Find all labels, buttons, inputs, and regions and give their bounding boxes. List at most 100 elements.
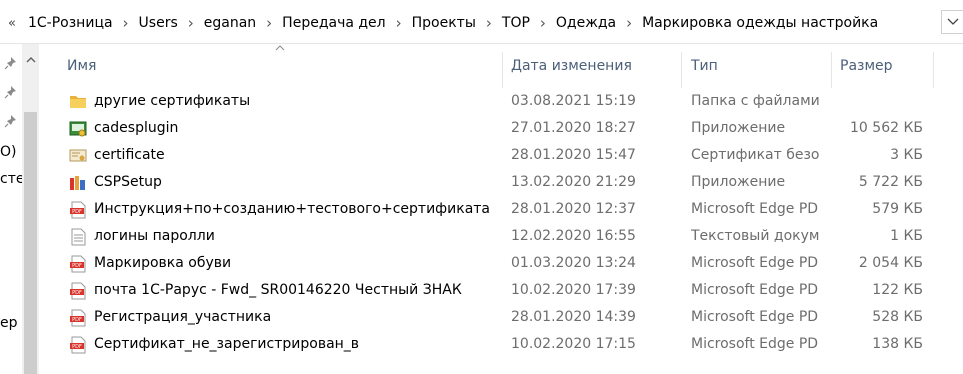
file-name[interactable]: Инструкция+по+созданию+тестового+сертифи… (94, 201, 490, 217)
breadcrumb-item-odezhda[interactable]: Одежда (552, 15, 620, 31)
file-row-cspsetup[interactable]: CSPSetup 13.02.2020 21:29 Приложение 5 7… (42, 169, 963, 196)
scroll-up-button[interactable] (22, 52, 39, 66)
file-name[interactable]: логины паролли (94, 228, 215, 244)
file-row-instrukciya[interactable]: PDF Инструкция+по+созданию+тестового+сер… (42, 196, 963, 223)
svg-text:PDF: PDF (72, 290, 82, 296)
file-name[interactable]: Регистрация_участника (94, 309, 271, 325)
breadcrumb-overflow-button[interactable]: « (0, 16, 24, 31)
scrollbar-thumb[interactable] (24, 112, 37, 374)
breadcrumb-item-peredacha-del[interactable]: Передача дел (278, 15, 389, 31)
sort-ascending-icon (275, 45, 285, 51)
column-header-size-label: Размер (840, 58, 893, 74)
chevron-right-icon[interactable]: › (182, 14, 200, 32)
file-type: Сертификат безо... (691, 147, 819, 163)
breadcrumb-item-top[interactable]: TOP (498, 15, 534, 31)
navigation-pane: О) сте ер (0, 44, 42, 374)
address-history-dropdown[interactable] (941, 10, 963, 34)
file-size: 10 562 КБ (850, 120, 923, 136)
file-type: Microsoft Edge PD... (691, 255, 819, 271)
breadcrumb-item-current-folder[interactable]: Маркировка одежды настройка (638, 15, 882, 31)
pdf-icon: PDF (70, 282, 86, 300)
file-date: 12.02.2020 16:55 (511, 228, 636, 244)
file-row-sertifikat-ne-zaregistrirovan[interactable]: PDF Сертификат_не_зарегистрирован_в 10.0… (42, 331, 963, 358)
file-row-certificate[interactable]: certificate 28.01.2020 15:47 Сертификат … (42, 142, 963, 169)
svg-text:PDF: PDF (72, 209, 82, 215)
file-size: 138 КБ (872, 336, 923, 352)
column-header-date[interactable]: Дата изменения (511, 44, 681, 88)
file-row-markirovka-obuvi[interactable]: PDF Маркировка обуви 01.03.2020 13:24 Mi… (42, 250, 963, 277)
file-date: 28.01.2020 12:37 (511, 201, 636, 217)
pdf-icon: PDF (70, 309, 86, 327)
file-name[interactable]: Маркировка обуви (94, 255, 231, 271)
file-row-drugie-sertifikaty[interactable]: другие сертификаты 03.08.2021 15:19 Папк… (42, 88, 963, 115)
column-header-type-label: Тип (691, 58, 718, 74)
pdf-icon: PDF (70, 255, 86, 273)
file-name[interactable]: другие сертификаты (94, 93, 250, 109)
nav-item-label[interactable]: О) (0, 144, 22, 160)
chevron-right-icon[interactable]: › (117, 14, 135, 32)
file-name[interactable]: Сертификат_не_зарегистрирован_в (94, 336, 359, 352)
column-header-row: Имя Дата изменения Тип Размер (42, 44, 963, 88)
file-name[interactable]: certificate (94, 147, 165, 163)
chevron-right-icon[interactable]: › (620, 14, 638, 32)
file-date: 01.03.2020 13:24 (511, 255, 636, 271)
chevron-right-icon[interactable]: › (260, 14, 278, 32)
pdf-icon: PDF (70, 201, 86, 219)
breadcrumb-item-proekty[interactable]: Проекты (408, 15, 480, 31)
breadcrumb: « 1С-Розница › Users › eganan › Передача… (0, 4, 941, 42)
file-name[interactable]: CSPSetup (94, 174, 162, 190)
file-date: 10.02.2020 17:15 (511, 336, 636, 352)
column-divider[interactable] (831, 52, 832, 88)
chevron-right-icon[interactable]: › (480, 14, 498, 32)
column-divider[interactable] (933, 52, 934, 88)
file-name[interactable]: почта 1С-Рарус - Fwd_ SR00146220 Честный… (94, 282, 462, 298)
file-size: 122 КБ (872, 282, 923, 298)
file-type: Microsoft Edge PD... (691, 309, 819, 325)
pin-icon[interactable] (4, 85, 18, 99)
file-type: Текстовый докум... (691, 228, 819, 244)
pin-icon[interactable] (4, 56, 18, 70)
folder-icon (70, 96, 86, 108)
svg-text:PDF: PDF (72, 317, 82, 323)
file-size: 2 054 КБ (858, 255, 923, 271)
breadcrumb-item-eganan[interactable]: eganan (200, 15, 260, 31)
breadcrumb-item-1c-roznica[interactable]: 1С-Розница (24, 15, 117, 31)
file-type: Microsoft Edge PD... (691, 201, 819, 217)
file-date: 28.01.2020 14:39 (511, 309, 636, 325)
chevron-right-icon[interactable]: › (534, 14, 552, 32)
nav-item-label[interactable]: сте (0, 171, 22, 187)
file-size: 5 722 КБ (858, 174, 923, 190)
file-size: 1 КБ (890, 228, 923, 244)
column-divider[interactable] (681, 52, 682, 88)
file-row-pochta-rarus[interactable]: PDF почта 1С-Рарус - Fwd_ SR00146220 Чес… (42, 277, 963, 304)
column-divider[interactable] (502, 52, 503, 88)
svg-text:PDF: PDF (72, 344, 82, 350)
nav-scrollbar[interactable] (22, 44, 39, 374)
breadcrumb-item-users[interactable]: Users (135, 15, 182, 31)
file-row-loginy-parolli[interactable]: логины паролли 12.02.2020 16:55 Текстовы… (42, 223, 963, 250)
file-list: другие сертификаты 03.08.2021 15:19 Папк… (42, 88, 963, 358)
address-bar: « 1С-Розница › Users › eganan › Передача… (0, 0, 963, 44)
file-size: 3 КБ (890, 147, 923, 163)
nav-item-label[interactable]: ер (0, 315, 22, 331)
pin-icon[interactable] (4, 114, 18, 128)
file-date: 27.01.2020 18:27 (511, 120, 636, 136)
svg-text:PDF: PDF (72, 263, 82, 269)
file-name[interactable]: cadesplugin (94, 120, 178, 136)
chevron-up-icon (26, 56, 35, 62)
file-date: 03.08.2021 15:19 (511, 93, 636, 109)
pdf-icon: PDF (70, 336, 86, 354)
file-type: Приложение (691, 120, 786, 136)
column-header-date-label: Дата изменения (511, 58, 632, 74)
column-header-type[interactable]: Тип (691, 44, 831, 88)
file-date: 10.02.2020 17:39 (511, 282, 636, 298)
file-type: Microsoft Edge PD... (691, 336, 819, 352)
chevron-right-icon[interactable]: › (390, 14, 408, 32)
file-size: 528 КБ (872, 309, 923, 325)
column-header-name-label: Имя (67, 58, 97, 74)
column-header-size[interactable]: Размер (840, 44, 932, 88)
chevron-down-icon (947, 18, 958, 25)
file-row-registraciya[interactable]: PDF Регистрация_участника 28.01.2020 14:… (42, 304, 963, 331)
file-type: Microsoft Edge PD... (691, 282, 819, 298)
file-row-cadesplugin[interactable]: cadesplugin 27.01.2020 18:27 Приложение … (42, 115, 963, 142)
